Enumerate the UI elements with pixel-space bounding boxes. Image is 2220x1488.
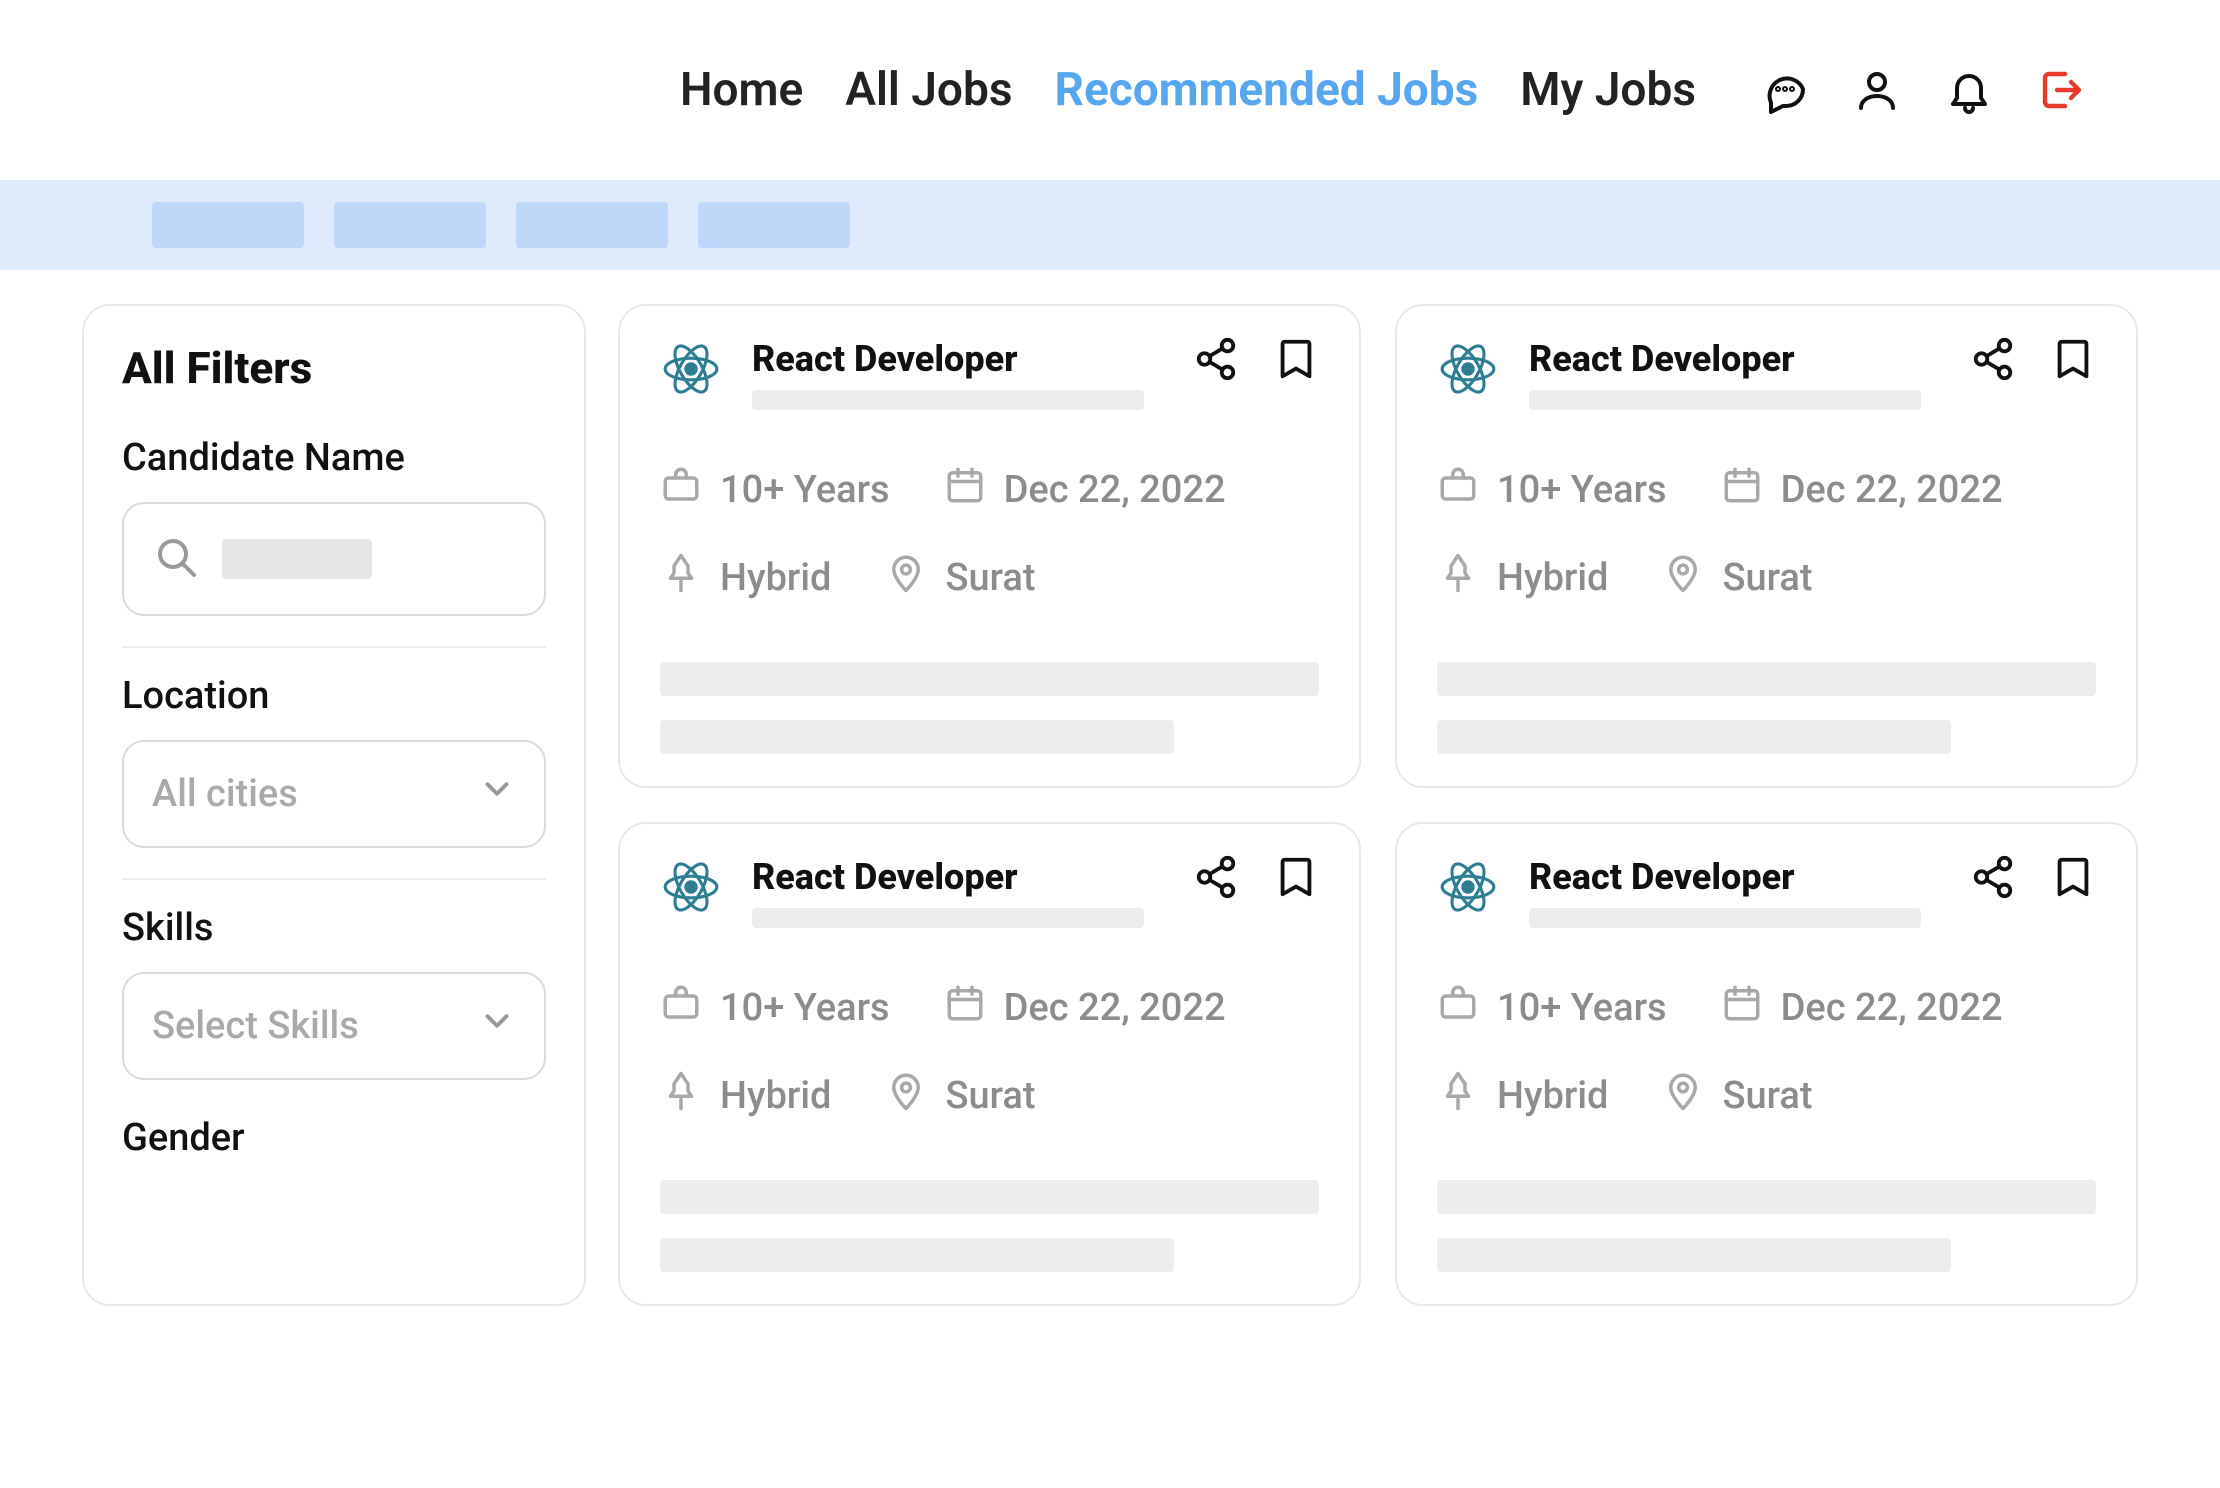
job-desc-line [1437,1238,1951,1272]
chip-placeholder [152,202,304,248]
job-city: Surat [1722,556,1812,600]
nav-link-recommended-jobs[interactable]: Recommended Jobs [1054,63,1478,117]
job-work-mode: Hybrid [720,1074,831,1118]
location-placeholder: All cities [152,772,298,816]
location-icon [1662,1070,1704,1122]
job-experience: 10+ Years [1497,468,1667,512]
briefcase-icon [1437,464,1479,516]
skills-label: Skills [122,906,546,950]
job-date: Dec 22, 2022 [1004,468,1226,512]
job-city: Surat [945,1074,1035,1118]
pin-icon [660,552,702,604]
job-subtitle-placeholder [1529,390,1921,410]
user-icon[interactable] [1850,63,1904,117]
job-city: Surat [945,556,1035,600]
share-icon[interactable] [1193,854,1239,900]
logout-icon[interactable] [2034,63,2088,117]
job-desc-line [660,1180,1319,1214]
job-card[interactable]: React Developer 10+ Years Dec 22, 2022 H… [618,304,1361,788]
job-title: React Developer [752,856,1163,898]
job-subtitle-placeholder [1529,908,1921,928]
job-desc-line [660,720,1174,754]
job-title: React Developer [1529,338,1940,380]
candidate-name-label: Candidate Name [122,436,546,480]
job-grid: React Developer 10+ Years Dec 22, 2022 H… [618,304,2138,1306]
bookmark-icon[interactable] [1273,854,1319,900]
nav-icons [1758,63,2088,117]
job-experience: 10+ Years [720,468,890,512]
filter-chip-strip [0,180,2220,270]
nav-link-all-jobs[interactable]: All Jobs [845,63,1012,117]
location-icon [885,552,927,604]
filters-panel: All Filters Candidate Name Location All … [82,304,586,1306]
filters-title: All Filters [122,342,546,394]
share-icon[interactable] [1970,854,2016,900]
top-nav: Home All Jobs Recommended Jobs My Jobs [0,0,2220,180]
briefcase-icon [1437,982,1479,1034]
briefcase-icon [660,464,702,516]
job-date: Dec 22, 2022 [1004,986,1226,1030]
share-icon[interactable] [1193,336,1239,382]
location-icon [1662,552,1704,604]
job-subtitle-placeholder [752,390,1144,410]
job-work-mode: Hybrid [1497,1074,1608,1118]
nav-link-my-jobs[interactable]: My Jobs [1520,63,1696,117]
job-subtitle-placeholder [752,908,1144,928]
job-card[interactable]: React Developer 10+ Years Dec 22, 2022 H… [1395,304,2138,788]
job-desc-line [1437,1180,2096,1214]
job-date: Dec 22, 2022 [1781,986,2003,1030]
skills-placeholder: Select Skills [152,1004,359,1048]
job-title: React Developer [1529,856,1940,898]
divider [122,878,546,880]
chat-icon[interactable] [1758,63,1812,117]
calendar-icon [1721,982,1763,1034]
chevron-down-icon [478,770,516,818]
location-select[interactable]: All cities [122,740,546,848]
job-experience: 10+ Years [1497,986,1667,1030]
job-card[interactable]: React Developer 10+ Years Dec 22, 2022 H… [618,822,1361,1306]
calendar-icon [944,464,986,516]
pin-icon [1437,552,1479,604]
search-icon [152,533,200,585]
calendar-icon [944,982,986,1034]
calendar-icon [1721,464,1763,516]
chevron-down-icon [478,1002,516,1050]
location-label: Location [122,674,546,718]
pin-icon [660,1070,702,1122]
job-city: Surat [1722,1074,1812,1118]
job-work-mode: Hybrid [720,556,831,600]
job-desc-line [1437,720,1951,754]
job-title: React Developer [752,338,1163,380]
react-icon [660,338,722,400]
chip-placeholder [516,202,668,248]
skills-select[interactable]: Select Skills [122,972,546,1080]
briefcase-icon [660,982,702,1034]
location-icon [885,1070,927,1122]
react-icon [1437,338,1499,400]
chip-placeholder [698,202,850,248]
react-icon [1437,856,1499,918]
job-experience: 10+ Years [720,986,890,1030]
share-icon[interactable] [1970,336,2016,382]
job-date: Dec 22, 2022 [1781,468,2003,512]
nav-links: Home All Jobs Recommended Jobs My Jobs [680,63,1696,117]
pin-icon [1437,1070,1479,1122]
job-work-mode: Hybrid [1497,556,1608,600]
bookmark-icon[interactable] [1273,336,1319,382]
bell-icon[interactable] [1942,63,1996,117]
divider [122,646,546,648]
job-desc-line [660,662,1319,696]
main-content: All Filters Candidate Name Location All … [0,270,2220,1306]
job-desc-line [660,1238,1174,1272]
react-icon [660,856,722,918]
nav-link-home[interactable]: Home [680,63,803,117]
candidate-name-input[interactable] [122,502,546,616]
job-card[interactable]: React Developer 10+ Years Dec 22, 2022 H… [1395,822,2138,1306]
bookmark-icon[interactable] [2050,336,2096,382]
gender-label: Gender [122,1116,546,1160]
job-desc-line [1437,662,2096,696]
bookmark-icon[interactable] [2050,854,2096,900]
input-value-placeholder [222,539,372,579]
chip-placeholder [334,202,486,248]
